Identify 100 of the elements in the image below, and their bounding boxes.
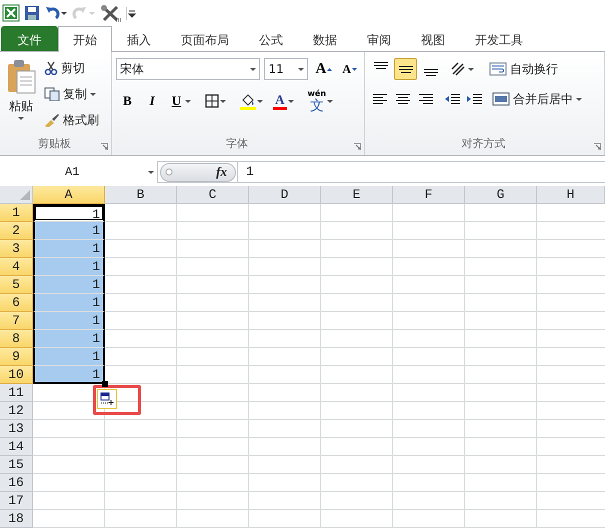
- column-header[interactable]: E: [321, 186, 393, 204]
- column-header[interactable]: G: [465, 186, 537, 204]
- row-header[interactable]: 13: [0, 420, 33, 438]
- row-header[interactable]: 9: [0, 348, 33, 366]
- row-header[interactable]: 4: [0, 258, 33, 276]
- caret-icon: [185, 100, 192, 102]
- grow-font-button[interactable]: A: [312, 58, 336, 80]
- ribbon-tab[interactable]: 开始: [58, 26, 112, 52]
- caret-icon: [148, 170, 154, 174]
- grid-cell[interactable]: 1: [33, 204, 105, 222]
- row-header[interactable]: 7: [0, 312, 33, 330]
- group-label: 剪贴板: [37, 136, 72, 152]
- font-name-field[interactable]: 宋体: [116, 58, 260, 80]
- column-header[interactable]: F: [393, 186, 465, 204]
- align-bottom-icon: [424, 69, 438, 76]
- ribbon-tab[interactable]: 公式: [244, 26, 298, 51]
- splitter-icon: [165, 168, 173, 176]
- name-box[interactable]: A1: [0, 161, 158, 183]
- grid-cell[interactable]: 1: [33, 276, 105, 294]
- cut-button[interactable]: 剪切: [42, 58, 101, 78]
- ribbon-tab[interactable]: 页面布局: [166, 26, 244, 51]
- dialog-launcher-icon[interactable]: [101, 143, 108, 150]
- row-header[interactable]: 11: [0, 384, 33, 402]
- row-header[interactable]: 10: [0, 366, 33, 384]
- row-header[interactable]: 16: [0, 474, 33, 492]
- row-header[interactable]: 17: [0, 492, 33, 510]
- row-header[interactable]: 5: [0, 276, 33, 294]
- caret-icon: [288, 100, 294, 102]
- ribbon-tab[interactable]: 开发工具: [460, 26, 538, 51]
- row-header[interactable]: 2: [0, 222, 33, 240]
- ribbon-tab[interactable]: 数据: [298, 26, 352, 51]
- align-center-icon: [396, 94, 410, 104]
- underline-button[interactable]: U: [166, 90, 194, 112]
- ribbon-tab[interactable]: 视图: [406, 26, 460, 51]
- row-header[interactable]: 8: [0, 330, 33, 348]
- decrease-indent-icon: [445, 94, 460, 104]
- dialog-launcher-icon[interactable]: [354, 143, 361, 150]
- bold-button[interactable]: B: [116, 90, 139, 112]
- row-header[interactable]: 6: [0, 294, 33, 312]
- paste-button[interactable]: 粘贴: [4, 58, 38, 130]
- italic-button[interactable]: I: [142, 90, 162, 112]
- column-header[interactable]: D: [249, 186, 321, 204]
- tools-icon[interactable]: [100, 4, 122, 22]
- grid-cell[interactable]: 1: [33, 312, 105, 330]
- merge-center-button[interactable]: 合并后居中: [490, 89, 584, 109]
- cell-value: 1: [92, 277, 100, 292]
- phonetic-guide-button[interactable]: wén 文: [304, 88, 336, 114]
- cell-value: 1: [92, 295, 100, 310]
- font-size-field[interactable]: 11: [264, 58, 308, 80]
- column-header[interactable]: B: [105, 186, 177, 204]
- row-header[interactable]: 15: [0, 456, 33, 474]
- align-middle-button[interactable]: [394, 58, 417, 80]
- angled-text-icon: [451, 62, 467, 76]
- grid-cell[interactable]: 1: [33, 366, 105, 384]
- cell-value: 1: [92, 331, 100, 346]
- fill-handle[interactable]: [102, 381, 108, 387]
- format-painter-button[interactable]: 格式刷: [42, 110, 101, 130]
- column-header[interactable]: A: [33, 186, 105, 204]
- row-header[interactable]: 1: [0, 204, 33, 222]
- grid-cell[interactable]: 1: [33, 240, 105, 258]
- row-header[interactable]: 18: [0, 510, 33, 528]
- align-middle-icon: [398, 66, 412, 72]
- cell-value: 1: [92, 207, 100, 222]
- grid-cell[interactable]: 1: [33, 294, 105, 312]
- column-header[interactable]: H: [537, 186, 605, 204]
- ribbon-tab[interactable]: 插入: [112, 26, 166, 51]
- save-icon[interactable]: [24, 5, 40, 21]
- caret-icon: [90, 92, 96, 96]
- excel-logo-icon[interactable]: [2, 4, 20, 22]
- row-header[interactable]: 12: [0, 402, 33, 420]
- row-header[interactable]: 14: [0, 438, 33, 456]
- dialog-launcher-icon[interactable]: [594, 143, 601, 150]
- copy-button[interactable]: 复制: [42, 84, 101, 104]
- ribbon-tab[interactable]: 审阅: [352, 26, 406, 51]
- grid-cell[interactable]: 1: [33, 258, 105, 276]
- grid-cell[interactable]: 1: [33, 330, 105, 348]
- column-header[interactable]: C: [177, 186, 249, 204]
- cell-value: 1: [92, 367, 100, 382]
- grid-cell[interactable]: 1: [33, 222, 105, 240]
- wrap-text-button[interactable]: 自动换行: [487, 59, 560, 79]
- formula-field[interactable]: 1: [237, 162, 605, 182]
- group-label: 对齐方式: [460, 136, 506, 152]
- autofill-options-button[interactable]: [97, 389, 117, 409]
- cell-value: 1: [92, 223, 100, 238]
- increase-indent-icon: [467, 94, 482, 104]
- caret-icon: [18, 117, 24, 120]
- row-header[interactable]: 3: [0, 240, 33, 258]
- undo-icon[interactable]: [44, 5, 68, 21]
- shrink-font-button[interactable]: A: [339, 58, 360, 80]
- font-color-button[interactable]: A: [270, 90, 297, 112]
- down-triangle-icon: [352, 68, 357, 70]
- align-left-icon: [373, 94, 387, 104]
- paint-bucket-icon: [240, 92, 256, 110]
- cell-value: 1: [92, 241, 100, 256]
- borders-icon: [205, 94, 220, 108]
- grid-cell[interactable]: 1: [33, 348, 105, 366]
- customize-icon[interactable]: [126, 5, 136, 21]
- caret-icon: [576, 98, 582, 100]
- file-tab[interactable]: 文件: [1, 26, 58, 51]
- insert-function-button[interactable]: fx: [214, 161, 229, 183]
